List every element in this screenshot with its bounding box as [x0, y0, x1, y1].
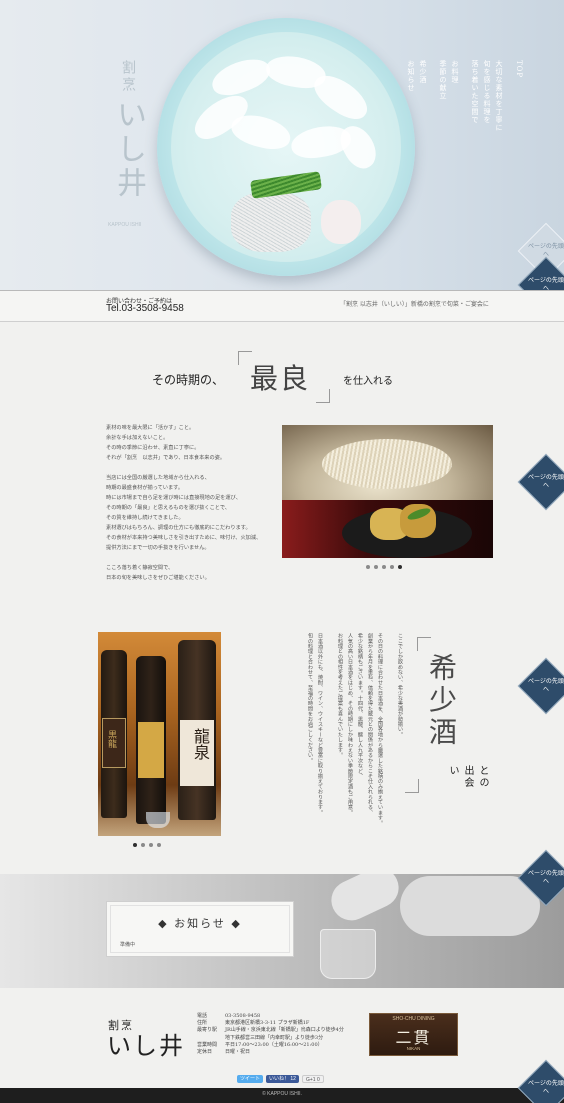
hero-menu-col-4[interactable]: 希少酒 お知らせ	[405, 60, 429, 220]
page-top-label-5: ページの先頭へ	[528, 1080, 564, 1095]
slider-dot[interactable]	[366, 565, 370, 569]
copyright: © KAPPOU ISHII.	[262, 1091, 302, 1097]
info-row: 営業時間 平日17:00〜23:00（土曜16:00〜21:00）	[197, 1041, 323, 1048]
sake-heading-post: との出会い	[447, 765, 488, 789]
footer-info: 電話 03-3508-9458 住所 東京都港区新橋3-3-11 プラザ新橋1F 最…	[197, 1013, 362, 1056]
noodle-dish-photo	[282, 425, 493, 501]
bracket-close	[316, 389, 330, 403]
banner-en-text: NIKAN	[406, 1046, 421, 1051]
logo-en: KAPPOU ISHII	[108, 222, 142, 228]
slider-dot[interactable]	[157, 843, 161, 847]
banner-main-text: 二貫	[395, 1028, 432, 1047]
contact-tagline: 「割烹 以志井（いしい）」新橋の割烹で旬菜・ご宴会に	[340, 301, 489, 308]
hero-menu-col-3[interactable]: お料理 季節の献立	[437, 60, 461, 220]
hero-menu-col-2[interactable]: 大切な素材を丁寧に 旬を感じる料理を 落ち着いた空間で	[469, 60, 505, 220]
footer-logo[interactable]: いし井	[107, 1026, 185, 1061]
info-row: 定休日 日曜・祝日	[197, 1049, 251, 1056]
facebook-like-button[interactable]: いいね！ 12	[266, 1075, 299, 1083]
bamboo-shoot-dish-photo	[282, 500, 493, 558]
section-best-heading: その時期の、 最良 を仕入れる	[148, 345, 418, 405]
hero-logo[interactable]: 割烹 いし井	[100, 60, 150, 210]
page-top-label-4: ページの先頭へ	[528, 870, 564, 885]
banner-top-text: SHO-CHU DINING	[392, 1016, 435, 1022]
tweet-button[interactable]: ツイート	[237, 1075, 264, 1083]
social-buttons: ツイート いいね！ 12 G+1 0	[237, 1075, 324, 1083]
fugu-plate-image	[157, 18, 415, 276]
logo-sub: 割烹	[120, 60, 136, 94]
bracket-close-2	[405, 779, 419, 793]
heading-big: 最良	[250, 362, 311, 395]
news-title: ◆ お知らせ ◆	[158, 917, 242, 930]
hero-section: 割烹 いし井 KAPPOU ISHII TOP 大切な素材を丁寧に 旬を感じる料…	[0, 0, 564, 290]
news-body: 準備中	[120, 942, 136, 948]
bracket-open-2	[417, 637, 431, 651]
heading-pre: その時期の、	[152, 373, 225, 387]
section-sake-heading: 希少酒 との出会い	[405, 635, 488, 795]
slider-dot[interactable]	[133, 843, 137, 847]
hero-menu-col-1[interactable]: TOP	[513, 60, 525, 220]
slider-dot[interactable]	[398, 565, 402, 569]
heading-post: を仕入れる	[343, 376, 393, 387]
gplus-button[interactable]: G+1 0	[301, 1075, 324, 1083]
slider-dot[interactable]	[374, 565, 378, 569]
slider-dot[interactable]	[390, 565, 394, 569]
sake-heading-big: 希少酒	[425, 653, 458, 749]
sake-bottles-photo: 黒龍 龍泉	[98, 632, 221, 836]
section-best-text: 素材の味を最大限に「活かす」こと。 余計な手は加えないこと。 その時の季節に沿わ…	[106, 425, 262, 581]
logo-main: いし井	[111, 99, 146, 202]
section-sake-text: ここでしか飲めない、希少な美酒が勢揃い。 その日の料理に合わせた日本酒を、全国各…	[307, 633, 403, 826]
page-top-label-2: ページの先頭へ	[528, 474, 564, 489]
slider-dot[interactable]	[382, 565, 386, 569]
slider-dots-1	[366, 565, 402, 569]
contact-tel-link[interactable]: Tel.03-3508-9458	[106, 303, 184, 314]
page-top-label-3: ページの先頭へ	[528, 678, 564, 693]
slider-dot[interactable]	[149, 843, 153, 847]
bottle-label-left: 黒龍	[106, 730, 116, 748]
info-row: 地下鉄都営三田線「内幸町駅」より徒歩3分	[225, 1034, 324, 1041]
info-row: 最寄り駅 JR山手線・京浜東北線「新橋駅」烏森口より徒歩4分	[197, 1027, 344, 1034]
slider-dot[interactable]	[141, 843, 145, 847]
bottle-label-right: 龍泉	[191, 728, 210, 760]
hero-menu: TOP 大切な素材を丁寧に 旬を感じる料理を 落ち着いた空間で お料理 季節の献…	[405, 60, 525, 220]
slider-dots-2	[133, 843, 161, 847]
